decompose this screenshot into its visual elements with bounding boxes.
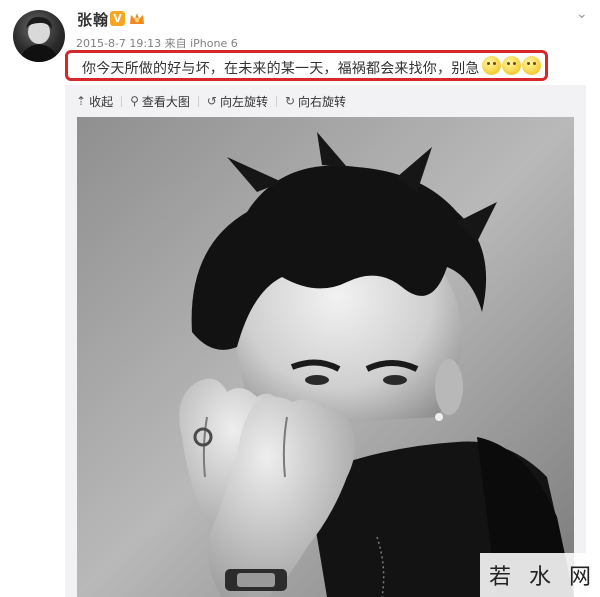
view-large-button[interactable]: ⚲ 查看大图 xyxy=(130,93,190,110)
view-large-label: 查看大图 xyxy=(141,94,190,109)
weibo-post-card: 张翰 V ⌄ 2015-8-7 19:13 来自 iPhone 6 你今天所做的… xyxy=(0,0,600,597)
toolbar-divider xyxy=(275,95,277,107)
rotate-right-icon: ↻ xyxy=(284,94,296,108)
smile-emoji-icon xyxy=(522,56,541,75)
toolbar-divider xyxy=(121,95,123,107)
collapse-label: 收起 xyxy=(89,94,114,109)
verified-icon: V xyxy=(110,11,125,26)
post-meta: 2015-8-7 19:13 来自 iPhone 6 xyxy=(76,37,238,50)
collapse-icon: ⇡ xyxy=(76,94,87,108)
chevron-down-icon[interactable]: ⌄ xyxy=(576,6,588,22)
post-text-highlight: 你今天所做的好与坏，在未来的某一天，福祸都会来找你，别急 xyxy=(65,50,548,81)
watermark-char: 网 xyxy=(568,565,591,590)
vip-crown-icon xyxy=(130,13,144,24)
rotate-right-button[interactable]: ↻ 向右旋转 xyxy=(285,93,346,110)
smile-emoji-icon xyxy=(482,56,501,75)
avatar[interactable] xyxy=(13,10,65,62)
post-photo[interactable] xyxy=(77,117,574,597)
post-text: 你今天所做的好与坏，在未来的某一天，福祸都会来找你，别急 xyxy=(82,61,480,77)
rotate-right-label: 向右旋转 xyxy=(298,94,347,109)
rotate-left-icon: ↺ xyxy=(206,94,217,108)
author-name[interactable]: 张翰 xyxy=(77,9,109,30)
watermark-char: 水 xyxy=(528,565,551,590)
portrait-image xyxy=(77,117,574,597)
collapse-button[interactable]: ⇡ 收起 xyxy=(76,93,113,110)
image-toolbar: ⇡ 收起 ⚲ 查看大图 ↺ 向左旋转 ↻ 向右旋转 xyxy=(76,90,346,112)
search-icon: ⚲ xyxy=(130,94,139,108)
avatar-portrait-icon xyxy=(19,16,59,62)
watermark-char: 若 xyxy=(488,565,511,590)
rotate-left-label: 向左旋转 xyxy=(219,94,268,109)
smile-emoji-icon xyxy=(502,56,521,75)
media-panel: ⇡ 收起 ⚲ 查看大图 ↺ 向左旋转 ↻ 向右旋转 xyxy=(65,85,586,597)
emoji-group xyxy=(482,56,541,75)
rotate-left-button[interactable]: ↺ 向左旋转 xyxy=(207,93,268,110)
site-watermark: 若 水 网 xyxy=(480,553,600,597)
toolbar-divider xyxy=(197,95,199,107)
